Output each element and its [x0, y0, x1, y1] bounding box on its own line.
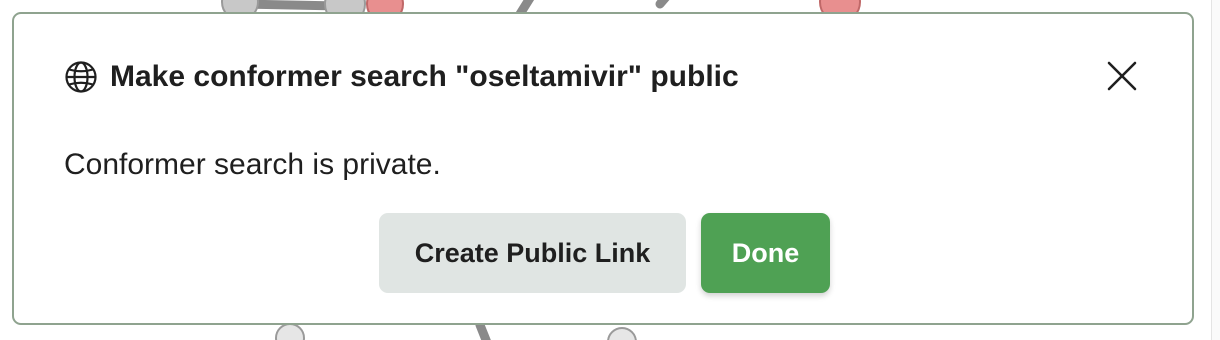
close-icon[interactable] [1107, 61, 1137, 96]
dialog-header: Make conformer search "oseltamivir" publ… [64, 60, 739, 94]
privacy-status-message: Conformer search is private. [64, 148, 441, 181]
globe-icon [64, 60, 98, 94]
dialog-title: Make conformer search "oseltamivir" publ… [110, 60, 739, 93]
create-public-link-button[interactable]: Create Public Link [379, 213, 686, 293]
done-button[interactable]: Done [701, 213, 830, 293]
page-scrollbar[interactable] [1211, 0, 1220, 340]
share-dialog: Make conformer search "oseltamivir" publ… [12, 12, 1194, 325]
close-button[interactable] [1104, 60, 1140, 96]
